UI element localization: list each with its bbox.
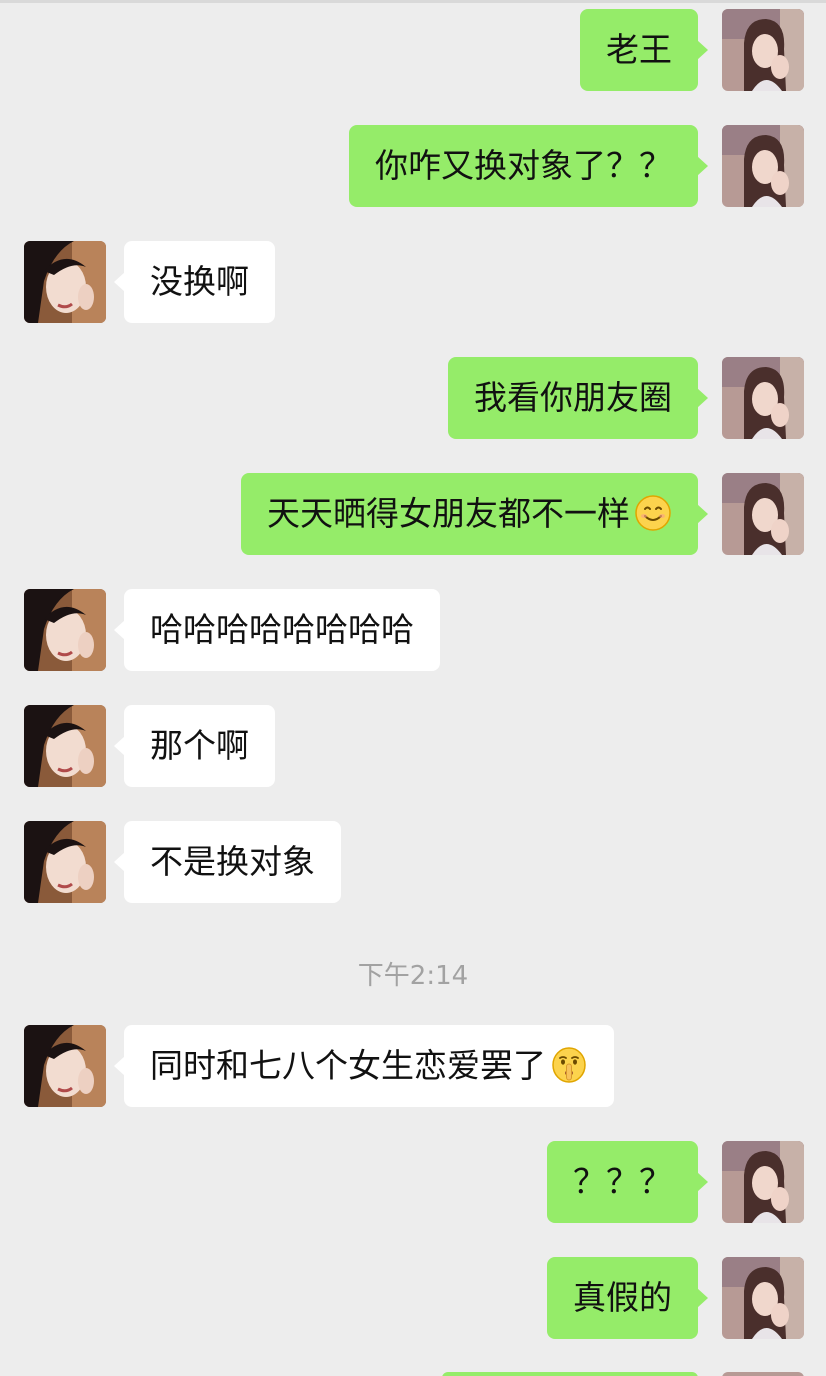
message-timestamp: 下午2:14 (357, 961, 469, 991)
message-bubble[interactable]: 老王 (580, 9, 708, 91)
message-bubble[interactable]: 天天晒得女朋友都不一样 (241, 473, 708, 555)
friend-avatar[interactable] (24, 821, 106, 903)
message-text: 不是换对象 (150, 842, 315, 881)
message-row-outgoing: 真假的 (0, 1257, 826, 1339)
message-text: 真假的 (573, 1278, 672, 1317)
message-bubble[interactable]: 不是换对象 (114, 821, 341, 903)
my-avatar-partial[interactable] (722, 1372, 804, 1376)
message-bubble-partial[interactable] (442, 1372, 698, 1376)
message-row-incoming: 那个啊 (0, 705, 826, 787)
message-row-outgoing: ？？？ (0, 1141, 826, 1223)
message-text: ？？？ (573, 1162, 672, 1201)
message-text: 你咋又换对象了？？ (375, 146, 672, 185)
friend-avatar[interactable] (24, 241, 106, 323)
message-row-outgoing: 天天晒得女朋友都不一样 (0, 473, 826, 555)
my-avatar[interactable] (722, 473, 804, 555)
message-text: 我看你朋友圈 (474, 378, 672, 417)
shushing-face-icon (552, 1046, 586, 1083)
chat-message-list[interactable]: 老王 你咋又换对象了？？ 没换啊 我看你朋友圈 天天晒得女朋友都不一样 哈哈哈哈… (0, 0, 826, 1376)
message-row-outgoing: 老王 (0, 9, 826, 91)
message-row-incoming: 没换啊 (0, 241, 826, 323)
message-bubble[interactable]: 你咋又换对象了？？ (349, 125, 708, 207)
smiling-face-icon (635, 494, 671, 531)
message-text: 老王 (606, 30, 672, 69)
my-avatar[interactable] (722, 357, 804, 439)
message-row-incoming: 哈哈哈哈哈哈哈哈 (0, 589, 826, 671)
message-bubble[interactable]: 没换啊 (114, 241, 275, 323)
friend-avatar[interactable] (24, 589, 106, 671)
friend-avatar[interactable] (24, 705, 106, 787)
message-bubble[interactable]: 哈哈哈哈哈哈哈哈 (114, 589, 440, 671)
message-text: 那个啊 (150, 726, 249, 765)
message-row-incoming: 同时和七八个女生恋爱罢了 (0, 1025, 826, 1107)
message-text: 同时和七八个女生恋爱罢了 (150, 1046, 546, 1085)
message-bubble[interactable]: 真假的 (547, 1257, 708, 1339)
message-bubble[interactable]: ？？？ (547, 1141, 708, 1223)
friend-avatar[interactable] (24, 1025, 106, 1107)
my-avatar[interactable] (722, 1141, 804, 1223)
my-avatar[interactable] (722, 9, 804, 91)
message-text: 没换啊 (150, 262, 249, 301)
message-row-outgoing: 我看你朋友圈 (0, 357, 826, 439)
message-row-incoming: 不是换对象 (0, 821, 826, 903)
message-bubble[interactable]: 我看你朋友圈 (448, 357, 708, 439)
message-bubble[interactable]: 那个啊 (114, 705, 275, 787)
message-text: 天天晒得女朋友都不一样 (267, 494, 630, 533)
message-bubble[interactable]: 同时和七八个女生恋爱罢了 (114, 1025, 614, 1107)
my-avatar[interactable] (722, 125, 804, 207)
message-row-outgoing: 你咋又换对象了？？ (0, 125, 826, 207)
message-text: 哈哈哈哈哈哈哈哈 (150, 610, 414, 649)
my-avatar[interactable] (722, 1257, 804, 1339)
